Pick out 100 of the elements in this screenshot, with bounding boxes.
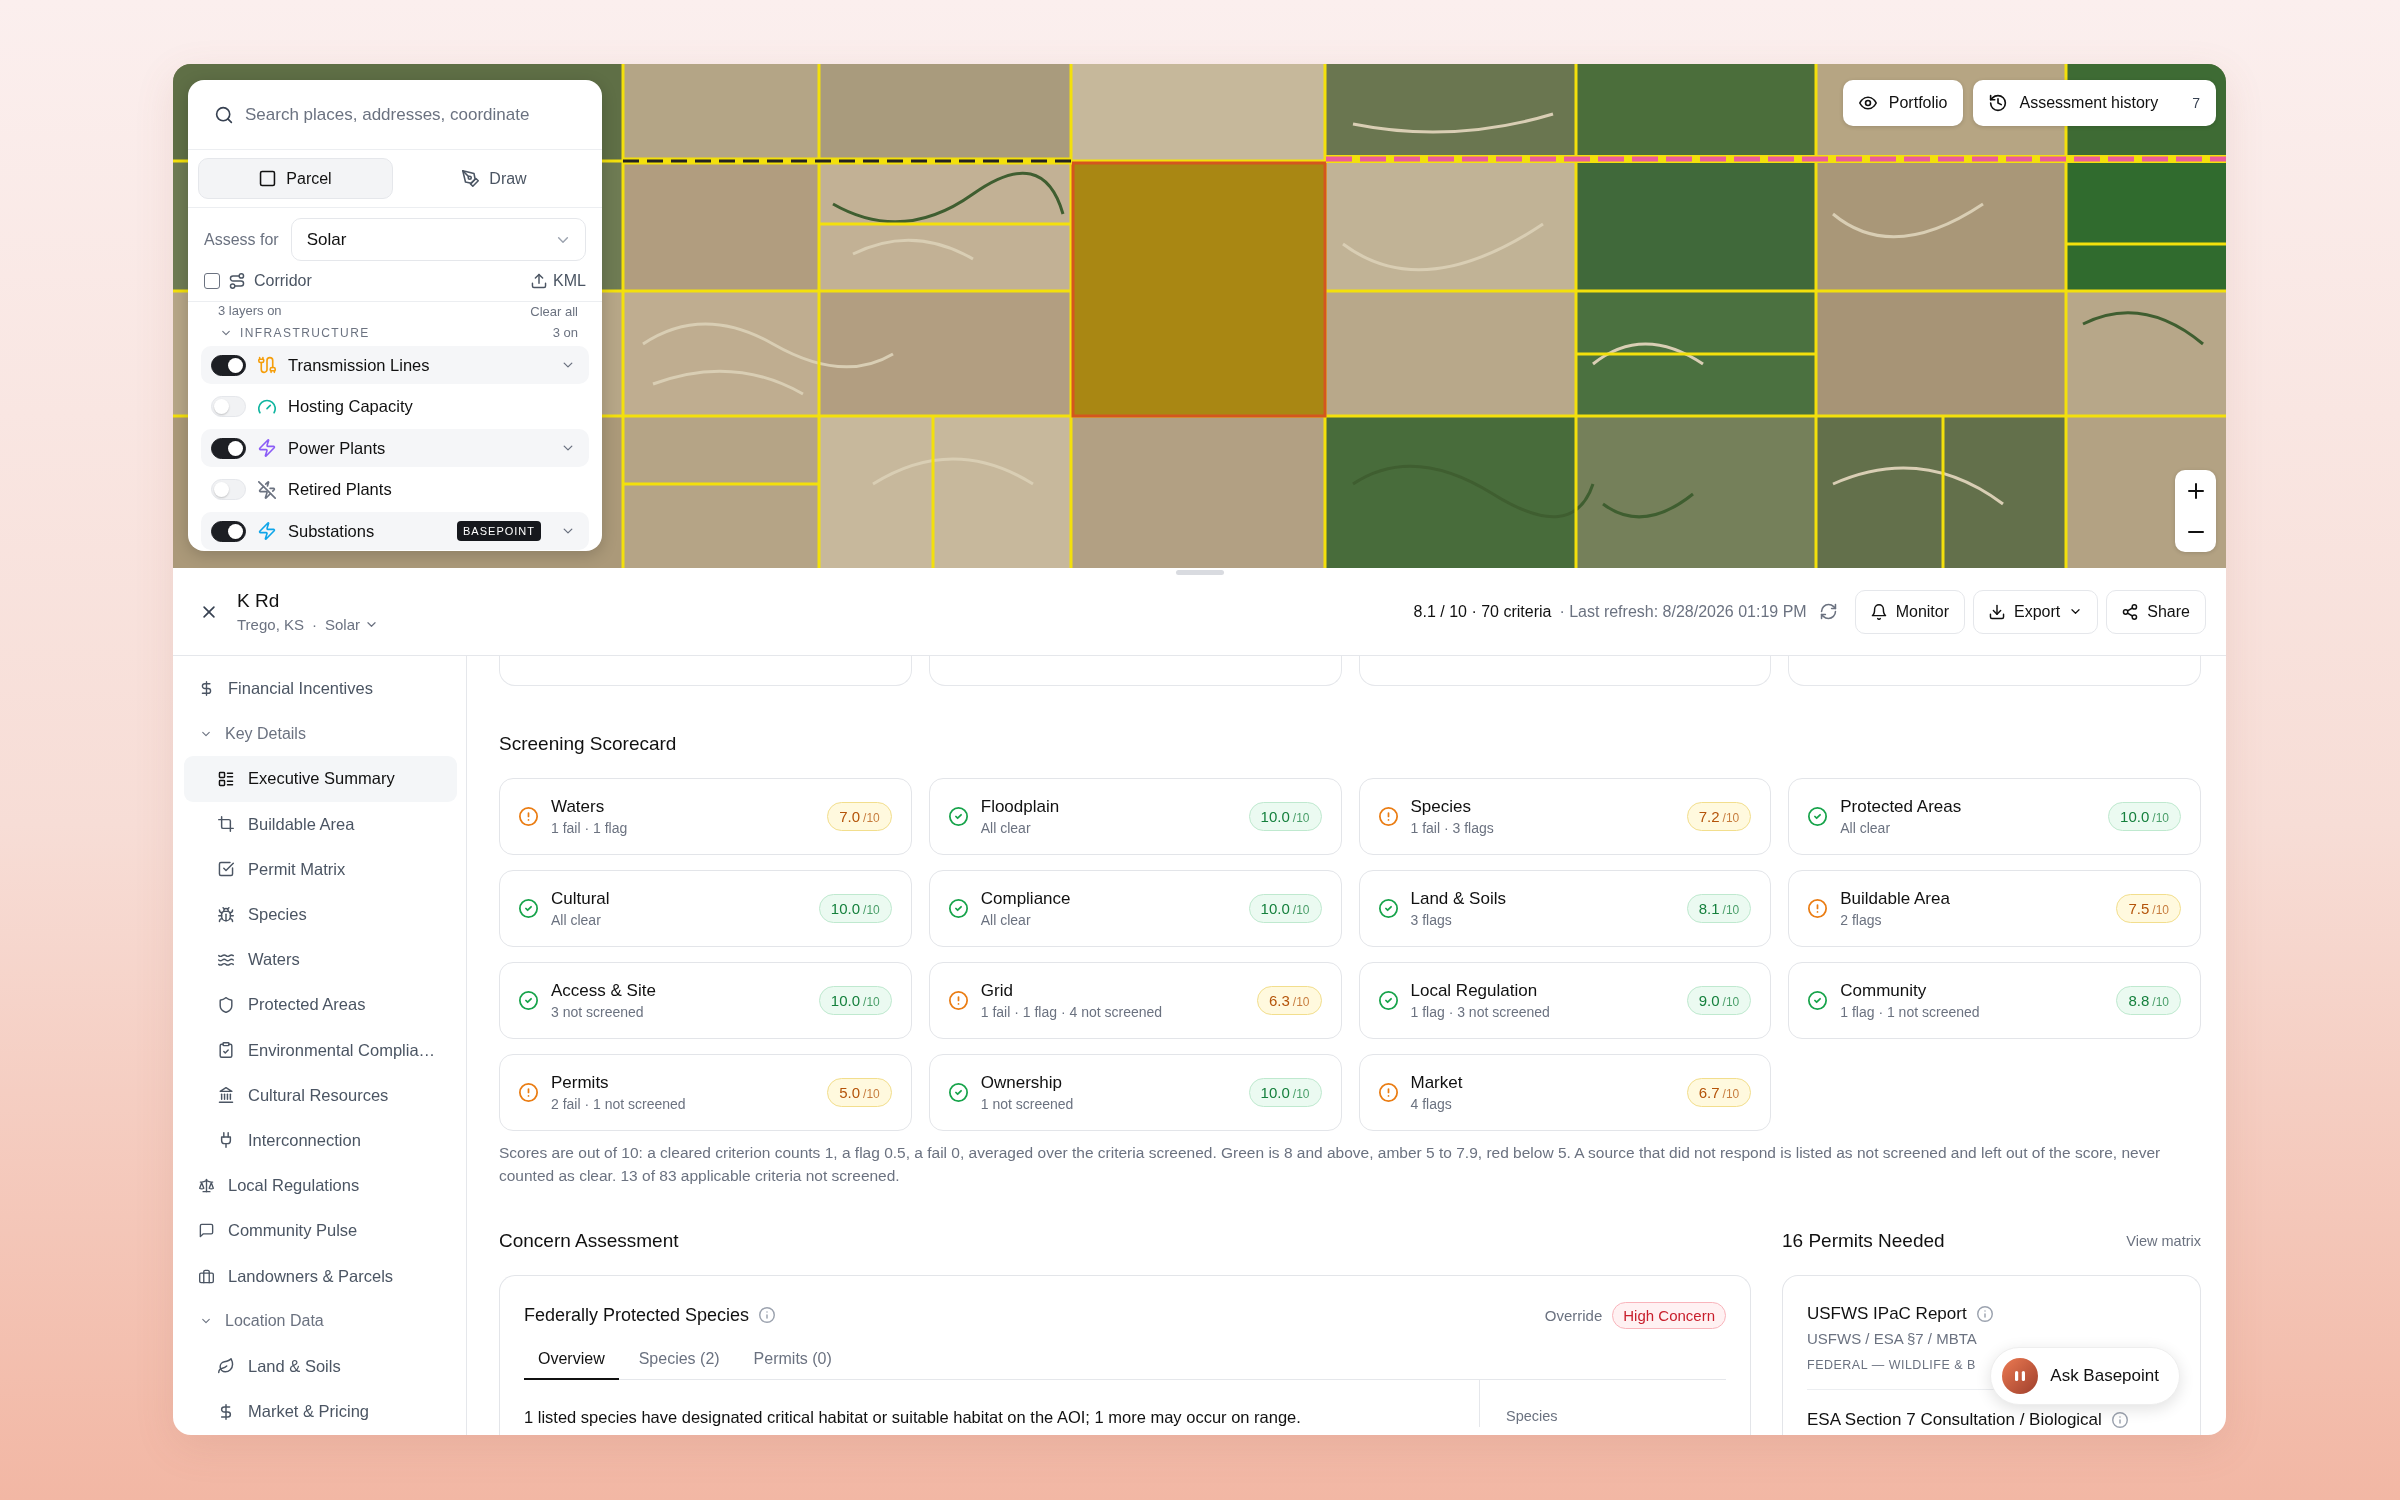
history-count: 7 [2192, 95, 2200, 111]
source-badge: BASEPOINT [457, 521, 541, 541]
concern-level-badge: High Concern [1612, 1301, 1726, 1329]
score-value: 10.0 [1260, 900, 1290, 917]
score-scale: /10 [1292, 809, 1310, 825]
nav-group[interactable]: Key Details [184, 711, 457, 757]
score-card[interactable]: Access & Site 3 not screened 10.0 /10 [499, 962, 912, 1039]
check-circle-icon [948, 899, 968, 918]
tab[interactable]: Permits (0) [739, 1342, 846, 1380]
sidebar-item[interactable]: Local Regulations [184, 1163, 457, 1209]
toggle-switch[interactable] [211, 437, 246, 459]
score-card[interactable]: Market 4 flags 6.7 /10 [1358, 1054, 1772, 1131]
sidebar-item[interactable]: Species [184, 891, 457, 938]
score-card[interactable]: Cultural All clear 10.0 /10 [499, 870, 912, 947]
alert-circle-icon [948, 991, 968, 1010]
score-detail: All clear [1840, 820, 1892, 836]
layer-row[interactable]: Power Plants [201, 429, 589, 467]
location-text: Trego, KS [237, 616, 304, 633]
score-card[interactable]: Floodplain All clear 10.0 /10 [928, 778, 1342, 855]
alert-circle-icon [1378, 1083, 1398, 1102]
sidebar-item[interactable]: Landowners & Parcels [184, 1253, 457, 1299]
sidebar-item[interactable]: Protected Areas [184, 982, 457, 1028]
check-circle-icon [948, 1083, 968, 1102]
checkbox[interactable] [204, 273, 220, 289]
sidebar-item[interactable]: Interconnection [184, 1117, 457, 1164]
score-card[interactable]: Compliance All clear 10.0 /10 [928, 870, 1342, 947]
sidebar-item[interactable]: Land & Soils [184, 1343, 457, 1389]
score-title: Floodplain [980, 797, 1061, 817]
score-card[interactable]: Community 1 flag · 1 not screened 8.8 /10 [1788, 962, 2201, 1039]
tab[interactable]: Species (2) [624, 1342, 734, 1380]
resize-handle[interactable] [1175, 570, 1224, 575]
score-scale: /10 [863, 1085, 880, 1101]
override-label: Override [1544, 1306, 1603, 1324]
leaf-icon [218, 1358, 234, 1375]
nav-group[interactable]: Location Data [184, 1298, 457, 1344]
score-note: Scores are out of 10: a cleared criterion counts 1, a flag 0.5, a fail 0, averaged over the criteria screened. Green is 8 and above, amber 5 to 7.9, red below 5. A source that did not respond is listed as not screened and left out of the score, never counted as clear. 13 of 83 applicable criteria not screened. [499, 1143, 2162, 1186]
score-scale: /10 [1722, 993, 1740, 1009]
alert-circle-icon [519, 807, 538, 826]
portfolio-button[interactable]: Portfolio [1842, 80, 1964, 126]
section-title: 16 Permits Needed [1782, 1229, 1945, 1253]
mode-tab[interactable]: Draw [397, 158, 592, 199]
plus-icon [2187, 482, 2204, 499]
sidebar-item[interactable]: Executive Summary [184, 756, 457, 802]
monitor-button[interactable]: Monitor [1854, 589, 1966, 634]
bug-icon [218, 906, 234, 923]
side-heading: Species [1506, 1408, 1558, 1424]
share-button[interactable]: Share [2106, 589, 2206, 634]
score-value: 7.0 [839, 808, 861, 825]
section-toggle[interactable]: INFRASTRUCTURE [220, 325, 370, 340]
kml-button[interactable]: KML [531, 272, 586, 290]
score-title: Cultural [551, 889, 611, 909]
export-button[interactable]: Export [1973, 589, 2099, 634]
layer-row[interactable]: Transmission Lines [201, 346, 589, 384]
toggle-switch[interactable] [211, 520, 246, 542]
sidebar-item[interactable]: Market & Pricing [184, 1389, 457, 1435]
score-card[interactable]: Permits 2 fail · 1 not screened 5.0 /10 [499, 1054, 912, 1131]
search-input[interactable]: Search places, addresses, coordinate [245, 102, 586, 127]
ask-button[interactable]: Ask Basepoint [1990, 1347, 2180, 1405]
score-detail: 3 not screened [551, 1004, 645, 1020]
score-card[interactable]: Ownership 1 not screened 10.0 /10 [928, 1054, 1342, 1131]
score-card[interactable]: Species 1 fail · 3 flags 7.2 /10 [1358, 778, 1772, 855]
sidebar-item[interactable]: Buildable Area [184, 801, 457, 847]
clipboard-icon [218, 1042, 234, 1059]
score-card[interactable]: Local Regulation 1 flag · 3 not screened 9.0 /10 [1358, 962, 1772, 1039]
separator-dot: · [312, 616, 317, 633]
sidebar-item[interactable]: Environmental Complia… [184, 1027, 457, 1073]
sidebar-item[interactable]: Financial Incentives [184, 666, 457, 712]
score-title: Community [1840, 981, 1928, 1001]
layer-row[interactable]: Substations BASEPOINT [201, 512, 589, 550]
tab[interactable]: Overview [524, 1342, 619, 1380]
score-detail: 2 flags [1840, 912, 1883, 928]
square-icon [259, 170, 277, 187]
score-scale: /10 [1292, 1085, 1310, 1101]
score-card[interactable]: Land & Soils 3 flags 8.1 /10 [1358, 870, 1772, 947]
sidebar-item[interactable]: Community Pulse [184, 1208, 457, 1254]
history-icon [1989, 94, 2008, 112]
score-title: Compliance [980, 889, 1072, 909]
sidebar-item[interactable]: Permit Matrix [184, 846, 457, 892]
plug-icon [218, 1132, 234, 1149]
last-refresh: · Last refresh: 8/28/2026 01:19 PM [1559, 602, 1807, 621]
score-detail: All clear [551, 912, 602, 928]
history-button[interactable]: Assessment history 7 [1973, 80, 2216, 126]
mode-tab[interactable]: Parcel [198, 158, 393, 199]
use-select[interactable]: Solar [290, 218, 586, 261]
use-dropdown[interactable]: Solar [325, 616, 378, 633]
score-title: Market [1410, 1073, 1464, 1093]
score-value: 6.7 [1698, 1084, 1720, 1101]
view-matrix-link[interactable]: View matrix [2126, 1233, 2201, 1249]
toggle-switch[interactable] [211, 354, 246, 376]
score-card[interactable]: Protected Areas All clear 10.0 /10 [1788, 778, 2201, 855]
sidebar-item[interactable]: Waters [184, 937, 457, 983]
clear-all-link[interactable]: Clear all [530, 303, 578, 319]
field-label: Assess for [204, 230, 279, 249]
score-card[interactable]: Buildable Area 2 flags 7.5 /10 [1788, 870, 2201, 947]
sidebar-item[interactable]: Cultural Resources [184, 1072, 457, 1118]
dollar-icon [199, 681, 214, 697]
score-scale: /10 [1722, 901, 1740, 917]
bell-icon [1870, 603, 1887, 620]
score-card[interactable]: Grid 1 fail · 1 flag · 4 not screened 6.3 /10 [928, 962, 1342, 1039]
score-card[interactable]: Waters 1 fail · 1 flag 7.0 /10 [499, 778, 912, 855]
